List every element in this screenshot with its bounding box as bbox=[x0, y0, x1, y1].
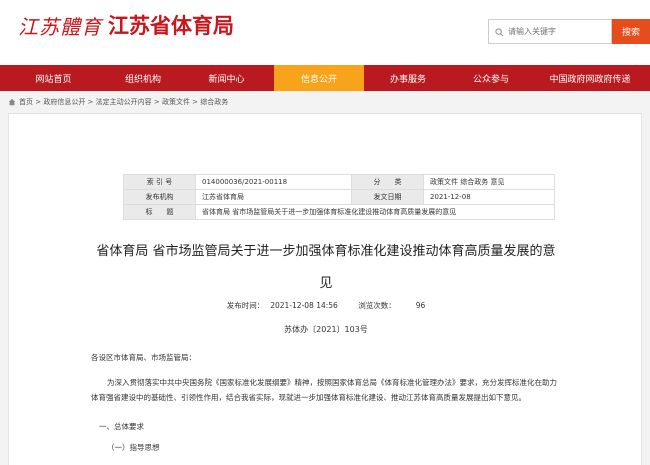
meta-category-label: 分 类 bbox=[351, 174, 424, 190]
nav-item-gov-portal[interactable]: 中国政府网政府传递 bbox=[530, 65, 650, 91]
meta-subject-value: 省体育局 省市场监管局关于进一步加强体育标准化建设推动体育高质量发展的意见 bbox=[195, 204, 555, 220]
publish-time-label: 发布时间： bbox=[226, 301, 265, 310]
search-icon bbox=[495, 22, 504, 41]
nav-item-news[interactable]: 新闻中心 bbox=[179, 65, 274, 91]
meta-subject-label: 标 题 bbox=[123, 204, 196, 220]
search-box bbox=[488, 19, 612, 44]
nav-item-organization[interactable]: 组织机构 bbox=[107, 65, 179, 91]
meta-index-value: 014000036/2021-00118 bbox=[195, 174, 352, 190]
meta-date-label: 发文日期 bbox=[351, 189, 424, 205]
article-title: 省体育局 省市场监管局关于进一步加强体育标准化建设推动体育高质量发展的意 见 bbox=[9, 236, 643, 300]
nav-item-info-disclosure[interactable]: 信息公开 bbox=[274, 65, 364, 91]
publish-info: 发布时间： 2021-12-08 14:56 浏览次数： 96 bbox=[9, 300, 643, 311]
meta-org-label: 发布机构 bbox=[123, 189, 196, 205]
home-icon[interactable] bbox=[8, 98, 16, 106]
meta-index-label: 索 引 号 bbox=[123, 174, 196, 190]
nav-item-services[interactable]: 办事服务 bbox=[364, 65, 452, 91]
section-heading: 一、总体要求 bbox=[99, 422, 144, 431]
meta-date-value: 2021-12-08 bbox=[423, 189, 555, 205]
meta-org-value: 江苏省体育局 bbox=[195, 189, 352, 205]
article-title-line2: 见 bbox=[319, 276, 333, 291]
views-label: 浏览次数： bbox=[358, 301, 396, 310]
site-logo[interactable]: 江苏體育 江苏省体育局 bbox=[18, 8, 234, 42]
document-number: 苏体办〔2021〕103号 bbox=[284, 325, 368, 334]
search-button[interactable]: 搜索 bbox=[612, 19, 650, 44]
article-title-line1: 省体育局 省市场监管局关于进一步加强体育标准化建设推动体育高质量发展的意 bbox=[96, 244, 556, 259]
paragraph-intro: 为深入贯彻落实中共中央国务院《国家标准化发展纲要》精神，按照国家体育总局《体育标… bbox=[91, 378, 557, 402]
publish-time: 2021-12-08 14:56 bbox=[270, 301, 338, 310]
logo-title: 江苏省体育局 bbox=[108, 14, 234, 38]
nav-item-home[interactable]: 网站首页 bbox=[0, 65, 107, 91]
breadcrumb-path[interactable]: 首页 > 政府信息公开 > 法定主动公开内容 > 政策文件 > 综合政务 bbox=[19, 97, 228, 107]
site-header: 江苏體育 江苏省体育局 搜索 bbox=[0, 0, 650, 65]
search-input[interactable] bbox=[508, 27, 608, 36]
views-count: 96 bbox=[415, 301, 426, 310]
main-nav: 网站首页 组织机构 新闻中心 信息公开 办事服务 公众参与 中国政府网政府传递 bbox=[0, 65, 650, 91]
meta-category-value: 政策文件 综合政务 意见 bbox=[423, 174, 555, 190]
salutation: 各设区市体育局、市场监管局： bbox=[91, 353, 196, 362]
breadcrumb: 首页 > 政府信息公开 > 法定主动公开内容 > 政策文件 > 综合政务 bbox=[8, 95, 228, 109]
article-body: 各设区市体育局、市场监管局： 为深入贯彻落实中共中央国务院《国家标准化发展纲要》… bbox=[91, 350, 561, 458]
content-panel: 索 引 号 014000036/2021-00118 分 类 政策文件 综合政务… bbox=[8, 113, 642, 465]
nav-item-participation[interactable]: 公众参与 bbox=[452, 65, 530, 91]
logo-calligraphy: 江苏體育 bbox=[18, 14, 102, 39]
document-meta-table: 索 引 号 014000036/2021-00118 分 类 政策文件 综合政务… bbox=[123, 174, 555, 220]
subsection-heading: （一）指导思想 bbox=[107, 443, 160, 452]
